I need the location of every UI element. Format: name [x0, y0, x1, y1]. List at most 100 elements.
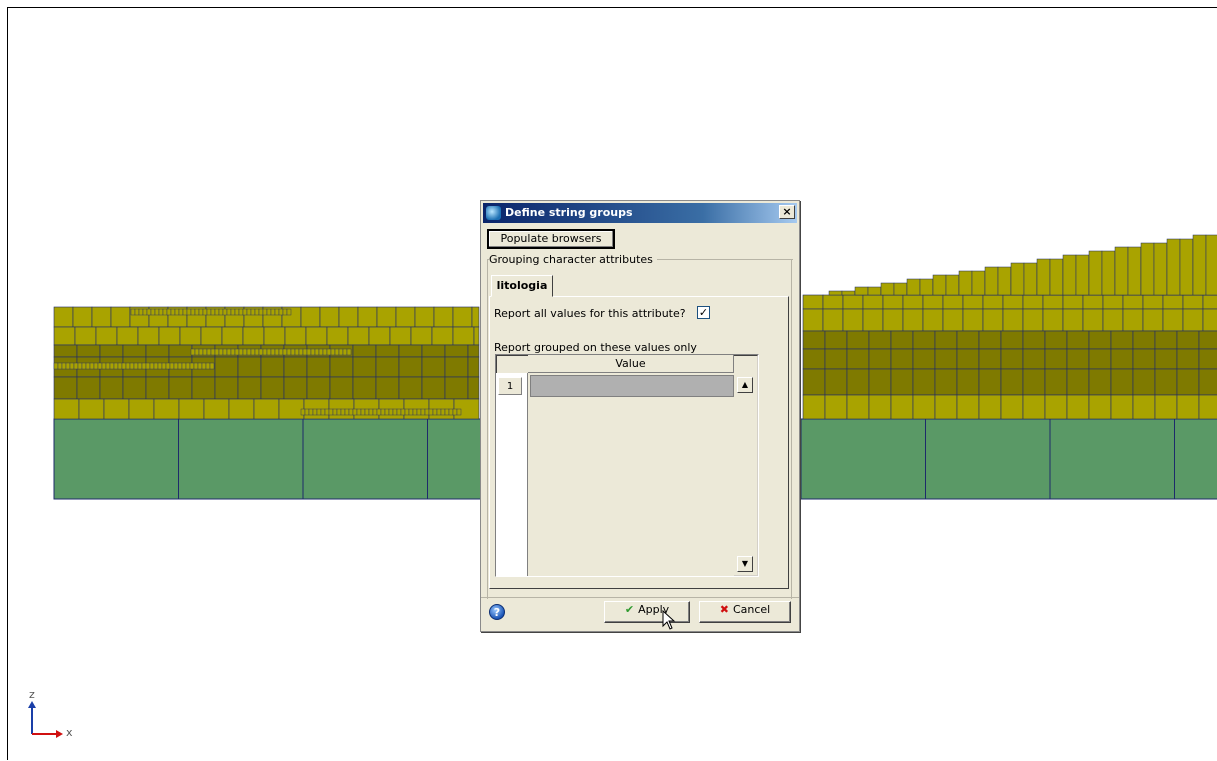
layer-block: [284, 357, 307, 377]
fine-block: [311, 349, 315, 355]
fine-block: [381, 409, 385, 415]
fine-block: [207, 309, 211, 315]
fine-block: [210, 363, 214, 369]
fine-block: [327, 349, 331, 355]
slope-block: [1128, 247, 1141, 295]
fine-block: [305, 409, 309, 415]
fine-block: [319, 349, 323, 355]
fine-block: [453, 409, 457, 415]
fine-block: [82, 363, 86, 369]
fine-block: [329, 409, 333, 415]
scroll-down-icon[interactable]: ▼: [737, 556, 753, 572]
layer-block: [869, 369, 891, 395]
slope-block: [1037, 259, 1050, 295]
fine-block: [167, 309, 171, 315]
layer-block: [422, 357, 445, 377]
fine-block: [203, 309, 207, 315]
slope-block: [829, 291, 842, 295]
row-number[interactable]: 1: [498, 377, 522, 395]
layer-block: [1083, 295, 1103, 309]
layer-block: [468, 345, 479, 357]
layer-block: [92, 307, 111, 327]
slope-block: [998, 267, 1011, 295]
fine-block: [247, 309, 251, 315]
close-icon[interactable]: ×: [779, 205, 795, 219]
checkbox-check-icon: ✓: [699, 306, 708, 319]
fine-block: [251, 309, 255, 315]
layer-block: [1155, 331, 1177, 349]
slope-block: [946, 275, 959, 295]
value-cell[interactable]: [530, 375, 734, 397]
layer-block: [54, 377, 77, 399]
layer-block: [348, 327, 369, 345]
layer-block: [823, 309, 843, 331]
fine-block: [307, 349, 311, 355]
layer-block: [1199, 331, 1217, 349]
layer-block: [1183, 295, 1203, 309]
fine-block: [159, 309, 163, 315]
scroll-up-icon[interactable]: ▲: [737, 377, 753, 393]
layer-block: [1143, 309, 1163, 331]
cancel-button[interactable]: ✖Cancel: [699, 601, 791, 623]
report-all-checkbox[interactable]: ✓: [697, 306, 710, 319]
value-column-header[interactable]: Value: [528, 355, 734, 373]
fine-block: [223, 309, 227, 315]
layer-block: [399, 357, 422, 377]
tab-litologia[interactable]: litologia: [491, 275, 553, 297]
fine-block: [215, 349, 219, 355]
fine-block: [425, 409, 429, 415]
fine-block: [135, 309, 139, 315]
fine-block: [182, 363, 186, 369]
layer-block: [847, 395, 869, 419]
fine-block: [335, 349, 339, 355]
layer-block: [1155, 369, 1177, 395]
layer-block: [306, 327, 327, 345]
layer-block: [1111, 369, 1133, 395]
layer-block: [1111, 349, 1133, 369]
layer-block: [1023, 369, 1045, 395]
fine-block: [191, 349, 195, 355]
layer-block: [474, 327, 479, 345]
slope-block: [1102, 251, 1115, 295]
layer-block: [979, 349, 1001, 369]
fine-block: [251, 349, 255, 355]
populate-browsers-button[interactable]: Populate browsers: [487, 229, 615, 249]
layer-block: [1001, 369, 1023, 395]
layer-block: [913, 349, 935, 369]
layer-block: [330, 357, 353, 377]
layer-block: [1155, 349, 1177, 369]
fine-block: [385, 409, 389, 415]
layer-block: [1023, 295, 1043, 309]
fine-block: [449, 409, 453, 415]
layer-block: [1133, 349, 1155, 369]
layer-block: [803, 395, 825, 419]
layer-block: [979, 331, 1001, 349]
layer-block: [823, 295, 843, 309]
layer-block: [285, 327, 306, 345]
help-icon[interactable]: ?: [489, 604, 505, 620]
fine-block: [373, 409, 377, 415]
slope-block: [972, 271, 985, 295]
fine-block: [178, 363, 182, 369]
fine-block: [243, 309, 247, 315]
fine-block: [143, 309, 147, 315]
values-grid[interactable]: Value 1 ▲ ▼: [495, 354, 759, 577]
grid-scrollbar[interactable]: ▲ ▼: [736, 373, 756, 574]
layer-block: [1089, 331, 1111, 349]
fine-block: [457, 409, 461, 415]
layer-block: [169, 345, 192, 357]
layer-block: [215, 377, 238, 399]
layer-block: [869, 395, 891, 419]
layer-block: [1043, 295, 1063, 309]
dialog-titlebar[interactable]: Define string groups ×: [483, 203, 797, 223]
apply-button[interactable]: ✔Apply: [604, 601, 690, 623]
layer-block: [369, 327, 390, 345]
fine-block: [279, 309, 283, 315]
layer-block: [123, 377, 146, 399]
fine-block: [347, 349, 351, 355]
fine-block: [130, 363, 134, 369]
fine-block: [333, 409, 337, 415]
layer-block: [129, 399, 154, 419]
layer-block: [957, 395, 979, 419]
layer-block: [468, 357, 479, 377]
